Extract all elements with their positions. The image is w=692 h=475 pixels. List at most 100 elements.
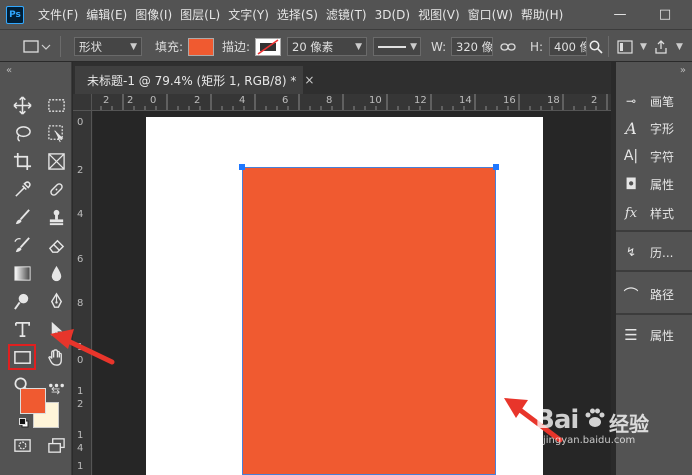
chain-link-icon [500, 42, 516, 51]
expand-panels-icon[interactable]: » [680, 65, 686, 76]
adjust-properties-icon: ☰ [624, 326, 638, 344]
panel-divider [616, 313, 692, 315]
baidu-watermark: Bai 经验 jingyan.baidu.com [535, 405, 685, 449]
panel-properties[interactable]: ◘ 属性 [620, 171, 692, 197]
dodge-tool-icon[interactable] [8, 288, 36, 314]
panel-history[interactable]: ↯ 历... [620, 239, 692, 265]
ruler-tick-label: 2 [77, 399, 84, 410]
ruler-tick-label: 4 [77, 209, 84, 220]
collapse-toolbar-icon[interactable]: « [6, 65, 12, 76]
menu-file[interactable]: 文件(F) [34, 6, 82, 23]
fill-color-swatch[interactable] [188, 37, 214, 56]
chevron-down-icon[interactable]: ▼ [640, 30, 647, 63]
rectangle-preset-icon [23, 39, 51, 53]
ruler-origin[interactable] [73, 94, 92, 111]
menu-view[interactable]: 视图(V) [414, 6, 464, 23]
panel-label: 属性 [650, 177, 675, 192]
swap-colors-icon[interactable]: ⇆ [51, 384, 60, 397]
glyphs-icon: A [625, 118, 637, 138]
stroke-type-select[interactable]: ▼ [373, 37, 421, 56]
hand-tool-icon[interactable] [42, 344, 70, 370]
brush-tool-icon[interactable] [8, 204, 36, 230]
stroke-swatch[interactable] [255, 30, 281, 63]
panel-label: 字符 [650, 149, 675, 164]
rectangle-shape[interactable] [239, 164, 499, 475]
menu-3d[interactable]: 3D(D) [371, 8, 414, 22]
search-icon[interactable] [589, 30, 603, 63]
quick-mask-icon[interactable] [8, 432, 36, 458]
panel-glyphs[interactable]: A 字形 [620, 115, 692, 141]
menu-window[interactable]: 窗口(W) [464, 6, 517, 23]
styles-icon: fx [624, 205, 638, 221]
marquee-tool-icon[interactable] [42, 92, 70, 118]
share-icon[interactable] [654, 30, 668, 63]
vertical-ruler: 0 2 4 6 8 1 0 1 2 1 4 1 [73, 111, 92, 475]
gradient-tool-icon[interactable] [8, 260, 36, 286]
width-field[interactable]: 320 像 [451, 37, 493, 56]
panel-brush-settings[interactable]: ⊸ 画笔 [620, 88, 692, 114]
panel-divider [616, 270, 692, 272]
solid-line-icon [378, 45, 406, 48]
photoshop-logo: Ps [6, 5, 24, 24]
workspace-icon[interactable] [617, 30, 633, 63]
eyedropper-tool-icon[interactable] [8, 176, 36, 202]
document-tab-bar: 未标题-1 @ 79.4% (矩形 1, RGB/8) * × [73, 62, 611, 94]
history-icon: ↯ [625, 245, 637, 259]
horizontal-ruler: 2 2 0 2 4 6 8 10 12 14 16 18 2 [73, 94, 611, 111]
path-selection-tool-icon[interactable] [42, 316, 70, 342]
screen-mode-icon[interactable] [42, 432, 70, 458]
rectangle-tool-icon[interactable] [8, 344, 36, 370]
ruler-tick-label: 6 [77, 254, 84, 265]
transform-handle[interactable] [239, 164, 245, 170]
ruler-ticks [78, 94, 608, 110]
fill-swatch[interactable] [188, 30, 214, 63]
canvas-area[interactable] [93, 111, 611, 475]
document-canvas[interactable] [146, 117, 543, 475]
object-selection-tool-icon[interactable] [42, 120, 70, 146]
panel-label: 属性 [650, 328, 675, 343]
type-tool-icon[interactable] [8, 316, 36, 342]
document-tab[interactable]: 未标题-1 @ 79.4% (矩形 1, RGB/8) * × [75, 66, 314, 94]
menu-help[interactable]: 帮助(H) [517, 6, 567, 23]
move-tool-icon[interactable] [8, 92, 36, 118]
link-icon[interactable] [500, 30, 516, 63]
stroke-label: 描边: [222, 40, 251, 54]
panel-adjust-properties[interactable]: ☰ 属性 [620, 322, 692, 348]
menu-select[interactable]: 选择(S) [273, 6, 322, 23]
frame-tool-icon[interactable] [42, 148, 70, 174]
maximize-button[interactable]: □ [645, 0, 685, 29]
eraser-tool-icon[interactable] [42, 232, 70, 258]
ruler-tick-label: 1 [77, 461, 84, 472]
minimize-button[interactable]: — [600, 0, 640, 29]
foreground-color-swatch[interactable] [20, 388, 46, 414]
paw-logo-icon [583, 406, 607, 430]
menu-layer[interactable]: 图层(L) [176, 6, 224, 23]
transform-handle[interactable] [493, 164, 499, 170]
default-colors-icon[interactable] [19, 417, 29, 428]
history-brush-tool-icon[interactable] [8, 232, 36, 258]
lasso-tool-icon[interactable] [8, 120, 36, 146]
panel-character[interactable]: A| 字符 [620, 143, 692, 169]
chevron-down-icon[interactable]: ▼ [676, 30, 683, 63]
menu-image[interactable]: 图像(I) [131, 6, 176, 23]
stroke-width-field[interactable]: 20 像素 ▼ [287, 37, 367, 56]
panel-paths[interactable]: ⌒ 路径 [620, 281, 692, 307]
close-icon[interactable]: × [304, 73, 314, 87]
properties-icon: ◘ [625, 175, 637, 193]
pen-tool-icon[interactable] [42, 288, 70, 314]
ruler-tick-label: 1 [77, 430, 84, 441]
menu-type[interactable]: 文字(Y) [224, 6, 273, 23]
crop-tool-icon[interactable] [8, 148, 36, 174]
height-field[interactable]: 400 像 [549, 37, 587, 56]
watermark-text: Bai [535, 405, 579, 435]
width-value: 320 像 [456, 39, 493, 54]
menu-filter[interactable]: 滤镜(T) [322, 6, 371, 23]
character-icon: A| [623, 148, 639, 164]
healing-brush-tool-icon[interactable] [42, 176, 70, 202]
shape-mode-select[interactable]: 形状 ▼ [74, 37, 142, 56]
clone-stamp-tool-icon[interactable] [42, 204, 70, 230]
blur-tool-icon[interactable] [42, 260, 70, 286]
panel-styles[interactable]: fx 样式 [620, 200, 692, 226]
tool-preset-picker[interactable] [22, 30, 52, 63]
menu-edit[interactable]: 编辑(E) [82, 6, 131, 23]
